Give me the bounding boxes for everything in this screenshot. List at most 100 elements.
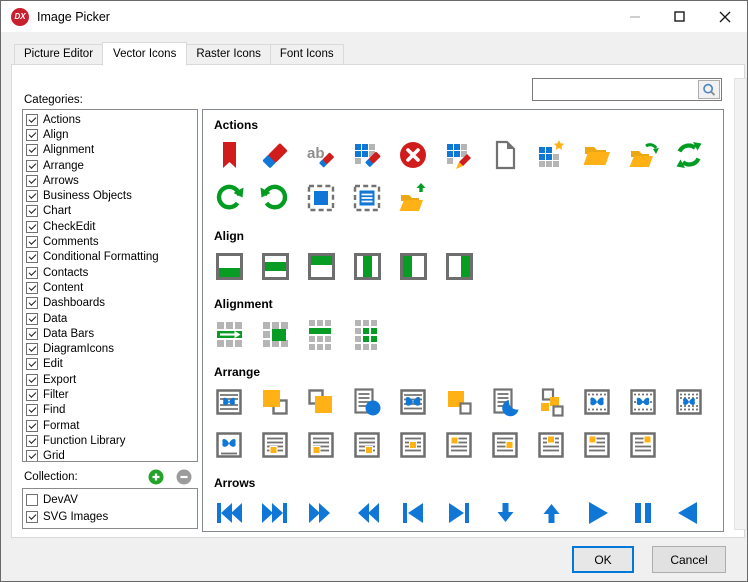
- alignment-center-block-icon[interactable]: [259, 318, 291, 350]
- position-top-right-icon[interactable]: [627, 429, 659, 461]
- order-objects-icon[interactable]: [535, 386, 567, 418]
- search-button[interactable]: [698, 80, 720, 99]
- alignment-middle-bar-icon[interactable]: [305, 318, 337, 350]
- category-item[interactable]: Export: [23, 372, 197, 387]
- category-checkbox[interactable]: [26, 144, 38, 156]
- category-item[interactable]: Actions: [23, 112, 197, 127]
- open-folder-icon[interactable]: [581, 139, 613, 171]
- tab-font-icons[interactable]: Font Icons: [270, 44, 344, 65]
- category-item[interactable]: Edit: [23, 357, 197, 372]
- cancel-icon[interactable]: [397, 139, 429, 171]
- category-item[interactable]: Alignment: [23, 143, 197, 158]
- position-middle-center-icon[interactable]: [397, 429, 429, 461]
- category-checkbox[interactable]: [26, 205, 38, 217]
- category-item[interactable]: Data Bars: [23, 326, 197, 341]
- export-folder-icon[interactable]: [397, 182, 429, 214]
- collection-item[interactable]: DevAV: [23, 491, 197, 508]
- position-bottom-right-icon[interactable]: [351, 429, 383, 461]
- category-checkbox[interactable]: [26, 221, 38, 233]
- category-item[interactable]: Contacts: [23, 265, 197, 280]
- rotate-clockwise-icon[interactable]: [213, 182, 245, 214]
- ok-button[interactable]: OK: [572, 546, 634, 573]
- previous-icon[interactable]: [397, 497, 429, 529]
- wrap-through-icon[interactable]: [627, 386, 659, 418]
- category-checkbox[interactable]: [26, 129, 38, 141]
- category-checkbox[interactable]: [26, 190, 38, 202]
- wrap-square-icon[interactable]: [351, 386, 383, 418]
- category-item[interactable]: Format: [23, 418, 197, 433]
- tab-vector-icons[interactable]: Vector Icons: [102, 42, 187, 66]
- category-item[interactable]: Comments: [23, 234, 197, 249]
- category-item[interactable]: Align: [23, 127, 197, 142]
- align-right-icon[interactable]: [443, 250, 475, 282]
- picture-placeholder-icon[interactable]: [213, 429, 245, 461]
- category-checkbox[interactable]: [26, 313, 38, 325]
- align-center-icon[interactable]: [351, 250, 383, 282]
- category-checkbox[interactable]: [26, 420, 38, 432]
- tab-picture-editor[interactable]: Picture Editor: [14, 44, 103, 65]
- category-checkbox[interactable]: [26, 358, 38, 370]
- category-checkbox[interactable]: [26, 389, 38, 401]
- tab-raster-icons[interactable]: Raster Icons: [186, 44, 271, 65]
- scrollbar[interactable]: [734, 78, 747, 530]
- send-backward-icon[interactable]: [305, 386, 337, 418]
- collection-list[interactable]: DevAV SVG Images: [22, 488, 198, 529]
- category-checkbox[interactable]: [26, 404, 38, 416]
- clear-cells-icon[interactable]: [351, 139, 383, 171]
- align-bottom-icon[interactable]: [213, 250, 245, 282]
- category-item[interactable]: Filter: [23, 387, 197, 402]
- position-bottom-center-icon[interactable]: [259, 429, 291, 461]
- arrow-down-icon[interactable]: [489, 497, 521, 529]
- category-item[interactable]: Dashboards: [23, 296, 197, 311]
- remove-collection-button[interactable]: [176, 469, 192, 485]
- position-middle-right-icon[interactable]: [489, 429, 521, 461]
- refresh-folder-icon[interactable]: [627, 139, 659, 171]
- category-item[interactable]: Arrange: [23, 158, 197, 173]
- collection-item[interactable]: SVG Images: [23, 508, 197, 525]
- rewind-icon[interactable]: [351, 497, 383, 529]
- category-item[interactable]: Grid: [23, 449, 197, 462]
- position-top-center-icon[interactable]: [535, 429, 567, 461]
- title-bar[interactable]: DX Image Picker: [1, 1, 747, 32]
- new-table-icon[interactable]: [535, 139, 567, 171]
- category-item[interactable]: Content: [23, 280, 197, 295]
- category-checkbox[interactable]: [26, 328, 38, 340]
- alignment-right-block-icon[interactable]: [351, 318, 383, 350]
- wrap-behind-icon[interactable]: [489, 386, 521, 418]
- add-collection-button[interactable]: [148, 469, 164, 485]
- align-left-icon[interactable]: [397, 250, 429, 282]
- first-icon[interactable]: [213, 497, 245, 529]
- category-checkbox[interactable]: [26, 160, 38, 172]
- category-checkbox[interactable]: [26, 282, 38, 294]
- category-checkbox[interactable]: [26, 251, 38, 263]
- align-top-icon[interactable]: [305, 250, 337, 282]
- category-checkbox[interactable]: [26, 297, 38, 309]
- next-icon[interactable]: [443, 497, 475, 529]
- position-bottom-left-icon[interactable]: [305, 429, 337, 461]
- play-icon[interactable]: [581, 497, 613, 529]
- cancel-button[interactable]: Cancel: [652, 546, 726, 573]
- category-checkbox[interactable]: [26, 236, 38, 248]
- category-item[interactable]: CheckEdit: [23, 219, 197, 234]
- bookmark-icon[interactable]: [213, 139, 245, 171]
- in-line-with-text-icon[interactable]: [673, 386, 705, 418]
- arrow-up-icon[interactable]: [535, 497, 567, 529]
- category-checkbox[interactable]: [26, 450, 38, 462]
- position-top-left-icon[interactable]: [581, 429, 613, 461]
- fast-forward-icon[interactable]: [305, 497, 337, 529]
- eraser-icon[interactable]: [259, 139, 291, 171]
- play-reverse-icon[interactable]: [673, 497, 705, 529]
- in-front-of-text-icon[interactable]: [443, 386, 475, 418]
- select-all-icon[interactable]: [305, 182, 337, 214]
- category-checkbox[interactable]: [26, 175, 38, 187]
- pause-icon[interactable]: [627, 497, 659, 529]
- categories-list[interactable]: Actions Align Alignment Arrange: [22, 109, 198, 462]
- new-document-icon[interactable]: [489, 139, 521, 171]
- alignment-arrow-icon[interactable]: [213, 318, 245, 350]
- category-checkbox[interactable]: [26, 374, 38, 386]
- maximize-button[interactable]: [657, 1, 702, 32]
- bring-forward-icon[interactable]: [259, 386, 291, 418]
- select-content-icon[interactable]: [351, 182, 383, 214]
- category-item[interactable]: Chart: [23, 204, 197, 219]
- category-item[interactable]: DiagramIcons: [23, 341, 197, 356]
